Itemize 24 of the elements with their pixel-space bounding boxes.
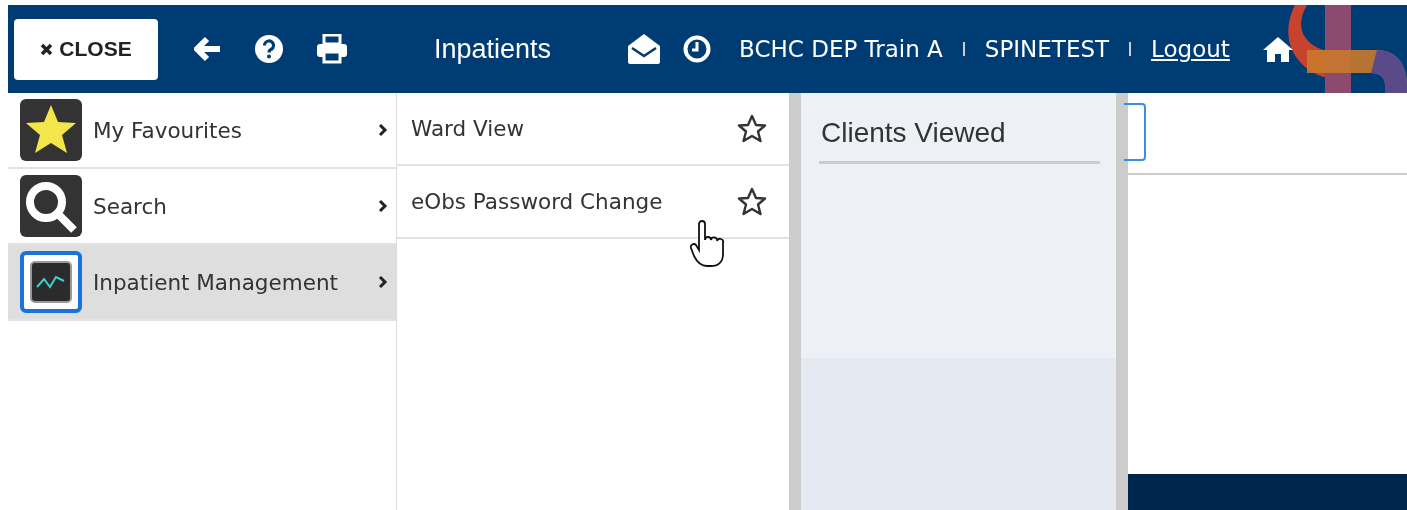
- close-icon: [40, 42, 54, 56]
- envelope-icon[interactable]: [627, 33, 662, 65]
- print-icon[interactable]: [316, 34, 348, 64]
- panel-title: Clients Viewed: [819, 117, 1100, 164]
- chevron-icon: [378, 199, 388, 213]
- back-arrow-icon[interactable]: [194, 36, 222, 62]
- monitor-icon: [20, 251, 82, 313]
- chevron-icon: [378, 123, 388, 137]
- submenu-item[interactable]: eObs Password Change: [411, 189, 737, 214]
- menu-item[interactable]: Inpatient Management: [8, 245, 396, 321]
- location-label: BCHC DEP Train A: [739, 36, 943, 62]
- star-icon[interactable]: [737, 114, 767, 143]
- close-button[interactable]: CLOSE: [14, 18, 158, 80]
- help-icon[interactable]: [254, 34, 284, 64]
- partial-button[interactable]: [1124, 103, 1146, 161]
- star-icon[interactable]: [737, 187, 767, 216]
- search-icon: [20, 175, 82, 237]
- submenu-item[interactable]: Ward View: [411, 116, 737, 141]
- page-title: Inpatients: [434, 33, 552, 65]
- logout-link[interactable]: Logout: [1151, 36, 1230, 62]
- user-name: SPINETEST: [984, 36, 1110, 62]
- home-icon[interactable]: [1261, 35, 1294, 63]
- clock-icon[interactable]: [683, 35, 712, 63]
- chevron-icon: [378, 275, 388, 289]
